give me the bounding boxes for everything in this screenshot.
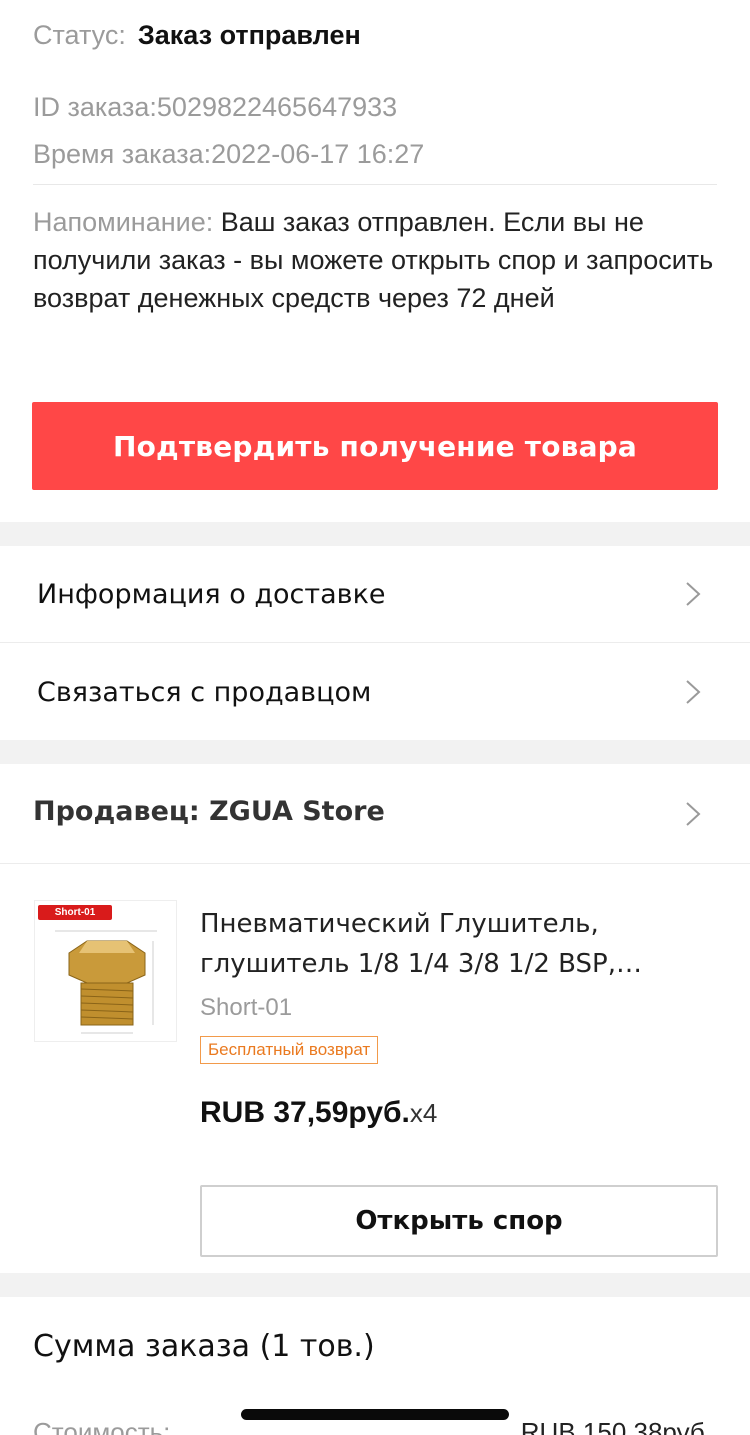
chevron-right-icon xyxy=(686,802,701,826)
brass-silencer-image xyxy=(35,901,176,1041)
section-gap xyxy=(0,1273,750,1297)
status-value: Заказ отправлен xyxy=(137,20,361,50)
product-price: RUB 37,59руб. xyxy=(200,1096,410,1129)
reminder-label: Напоминание: xyxy=(33,207,214,237)
product-image[interactable]: Short-01 xyxy=(34,900,177,1042)
delivery-info-row[interactable]: Информация о доставке xyxy=(0,546,750,642)
contact-seller-row[interactable]: Связаться с продавцом xyxy=(0,644,750,740)
status-label: Статус: xyxy=(33,20,126,50)
section-gap xyxy=(0,740,750,764)
product-price-row: RUB 37,59руб.x4 xyxy=(200,1096,437,1130)
product-quantity: x4 xyxy=(409,1098,438,1128)
home-indicator[interactable] xyxy=(241,1409,509,1420)
seller-row[interactable]: Продавец: ZGUA Store xyxy=(0,764,750,864)
product-image-tag: Short-01 xyxy=(38,905,112,920)
divider xyxy=(0,642,750,643)
summary-title: Сумма заказа (1 тов.) xyxy=(33,1329,375,1364)
cost-label: Стоимость: xyxy=(33,1417,171,1435)
product-variant: Short-01 xyxy=(200,994,293,1021)
free-return-badge: Бесплатный возврат xyxy=(200,1036,379,1064)
divider xyxy=(33,184,717,185)
chevron-right-icon xyxy=(686,680,701,704)
confirm-receipt-button[interactable]: Подтвердить получение товара xyxy=(32,402,718,490)
order-id: ID заказа:5029822465647933 xyxy=(33,92,398,122)
open-dispute-button[interactable]: Открыть спор xyxy=(200,1185,718,1257)
order-status-section: Статус: Заказ отправлен ID заказа:5029822… xyxy=(0,0,750,522)
order-status: Статус: Заказ отправлен xyxy=(33,20,361,51)
cost-value: RUB 150,38руб. xyxy=(520,1417,712,1435)
chevron-right-icon xyxy=(686,582,701,606)
contact-seller-label: Связаться с продавцом xyxy=(37,676,372,708)
order-reminder: Напоминание: Ваш заказ отправлен. Если в… xyxy=(33,203,718,317)
order-time: Время заказа:2022-06-17 16:27 xyxy=(33,139,425,169)
product-item: Short-01 Пневматический Глушитель, глуши… xyxy=(0,864,750,1273)
section-gap xyxy=(0,522,750,546)
product-title[interactable]: Пневматический Глушитель, глушитель 1/8 … xyxy=(200,904,710,984)
seller-name: Продавец: ZGUA Store xyxy=(33,796,385,827)
delivery-info-label: Информация о доставке xyxy=(37,578,386,610)
